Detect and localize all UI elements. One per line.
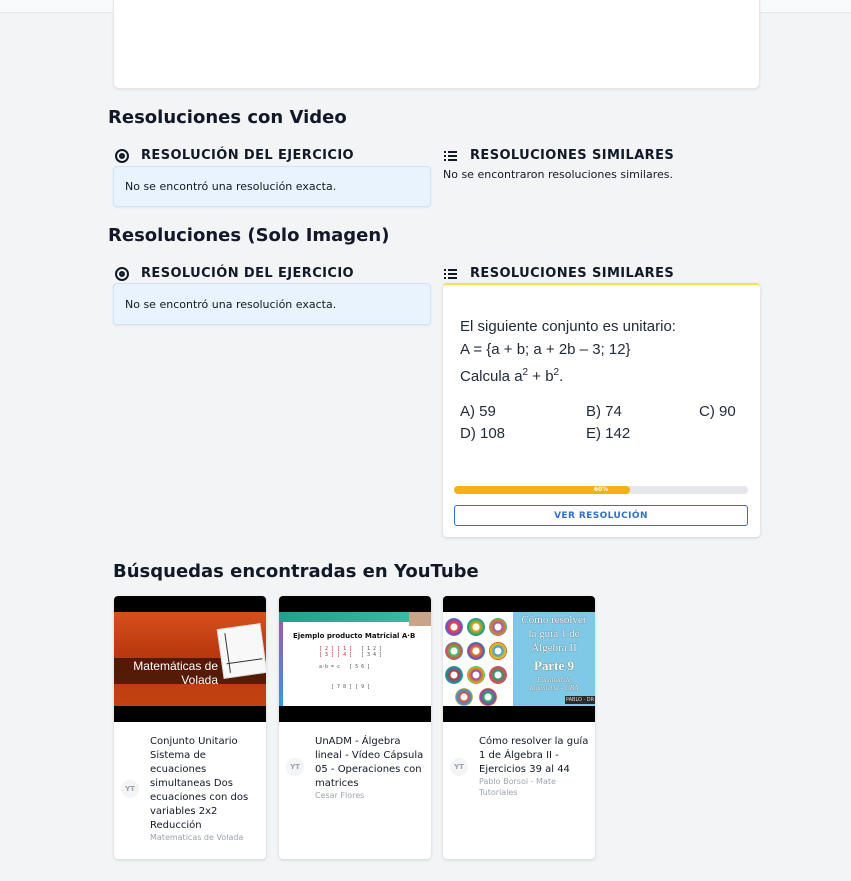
youtube-section-title: Búsquedas encontradas en YouTube <box>113 561 479 582</box>
problem-line: El siguiente conjunto es unitario: <box>460 318 676 335</box>
thumbnail-heading: Ejemplo producto Matricial A·B <box>293 632 416 640</box>
problem-text: Calcula a <box>460 368 523 385</box>
list-icon <box>444 149 458 163</box>
match-progress-bar: 60% <box>454 486 748 494</box>
image-exact-message: No se encontró una resolución exacta. <box>113 283 431 325</box>
youtube-badge: YT <box>121 780 139 798</box>
option-e: E) 142 <box>586 425 631 442</box>
presenter-avatar <box>409 612 431 626</box>
target-icon <box>115 148 129 163</box>
problem-statement: El siguiente conjunto es unitario: A = {… <box>460 315 676 388</box>
video-channel: Cesar Flores <box>315 791 365 800</box>
youtube-video-card[interactable]: Matemáticas de Volada YT Conjunto Unitar… <box>114 596 266 859</box>
problem-line: Calcula a2 + b2. <box>460 361 676 388</box>
image-exact-heading-label: RESOLUCIÓN DEL EJERCICIO <box>141 266 355 281</box>
list-icon <box>444 267 458 281</box>
youtube-video-card[interactable]: Cómo resolver la guía 1 de Álgebra II Pa… <box>443 596 595 859</box>
thumbnail-image: Cómo resolver la guía 1 de Álgebra II Pa… <box>443 612 595 706</box>
thumbnail-title-panel: Cómo resolver la guía 1 de Álgebra II Pa… <box>513 612 595 706</box>
thumbnail-image: Ejemplo producto Matricial A·B [ 2 ] [ 1… <box>279 612 431 706</box>
problem-text: . <box>559 368 564 385</box>
thumbnail-text: Matemáticas de Volada <box>133 659 218 687</box>
thumbnail-image: Matemáticas de Volada <box>114 612 266 706</box>
video-exact-message: No se encontró una resolución exacta. <box>113 166 431 207</box>
match-percent-label: 60% <box>593 486 609 493</box>
target-icon <box>115 266 129 281</box>
thumbnail-text-line: Facultad de <box>537 676 571 684</box>
thumbnail-tag: PABLO · DR <box>565 696 595 704</box>
video-thumbnail[interactable]: Ejemplo producto Matricial A·B [ 2 ] [ 1… <box>279 596 431 722</box>
image-similar-heading-label: RESOLUCIONES SIMILARES <box>470 266 675 281</box>
video-title[interactable]: UnADM - Álgebra lineal - Vídeo Cápsula 0… <box>315 735 427 791</box>
ver-resolucion-button[interactable]: VER RESOLUCIÓN <box>454 505 748 526</box>
video-channel: Pablo Borsoi - Mate Tutoriales <box>479 777 556 797</box>
option-a: A) 59 <box>460 403 496 420</box>
image-similar-heading: RESOLUCIONES SIMILARES <box>444 266 674 281</box>
video-similar-message: No se encontraron resoluciones similares… <box>443 168 673 181</box>
similar-resolution-card[interactable]: El siguiente conjunto es unitario: A = {… <box>443 283 760 537</box>
option-d: D) 108 <box>460 425 506 442</box>
graph-illustration <box>216 623 266 679</box>
problem-line: A = {a + b; a + 2b – 3; 12} <box>460 341 631 358</box>
image-section-title: Resoluciones (Solo Imagen) <box>108 225 390 246</box>
image-exact-heading: RESOLUCIÓN DEL EJERCICIO <box>115 266 354 281</box>
video-title[interactable]: Conjunto Unitario Sistema de ecuaciones … <box>150 735 262 833</box>
youtube-badge: YT <box>450 758 468 776</box>
video-section-title: Resoluciones con Video <box>108 107 347 128</box>
thumbnail-text-line: Parte 9 <box>533 658 575 673</box>
thumbnail-text-line: Ingeniería - UBA <box>529 684 579 692</box>
previous-card-bottom <box>113 0 760 89</box>
image-exact-message-text: No se encontró una resolución exacta. <box>125 297 337 311</box>
video-thumbnail[interactable]: Cómo resolver la guía 1 de Álgebra II Pa… <box>443 596 595 722</box>
video-exact-message-text: No se encontró una resolución exacta. <box>125 180 337 193</box>
video-similar-heading-label: RESOLUCIONES SIMILARES <box>470 148 675 163</box>
video-title[interactable]: Cómo resolver la guía 1 de Álgebra II - … <box>479 735 591 777</box>
video-thumbnail[interactable]: Matemáticas de Volada <box>114 596 266 722</box>
flower-pattern <box>443 612 513 706</box>
thumbnail-text-line: Álgebra II <box>531 642 577 654</box>
thumbnail-text-line: Volada <box>181 673 218 687</box>
video-exact-heading-label: RESOLUCIÓN DEL EJERCICIO <box>141 148 355 163</box>
video-channel: Matematicas de Volada <box>150 833 244 842</box>
youtube-video-card[interactable]: Ejemplo producto Matricial A·B [ 2 ] [ 1… <box>279 596 431 859</box>
video-exact-heading: RESOLUCIÓN DEL EJERCICIO <box>115 148 354 163</box>
youtube-badge: YT <box>286 758 304 776</box>
thumbnail-text-line: la guía 1 de <box>528 628 580 640</box>
video-similar-heading: RESOLUCIONES SIMILARES <box>444 148 674 163</box>
option-b: B) 74 <box>586 403 622 420</box>
option-c: C) 90 <box>699 403 736 420</box>
problem-text: + b <box>528 368 554 385</box>
thumbnail-text-line: Matemáticas de <box>133 659 218 673</box>
thumbnail-text-line: Cómo resolver <box>521 614 587 626</box>
